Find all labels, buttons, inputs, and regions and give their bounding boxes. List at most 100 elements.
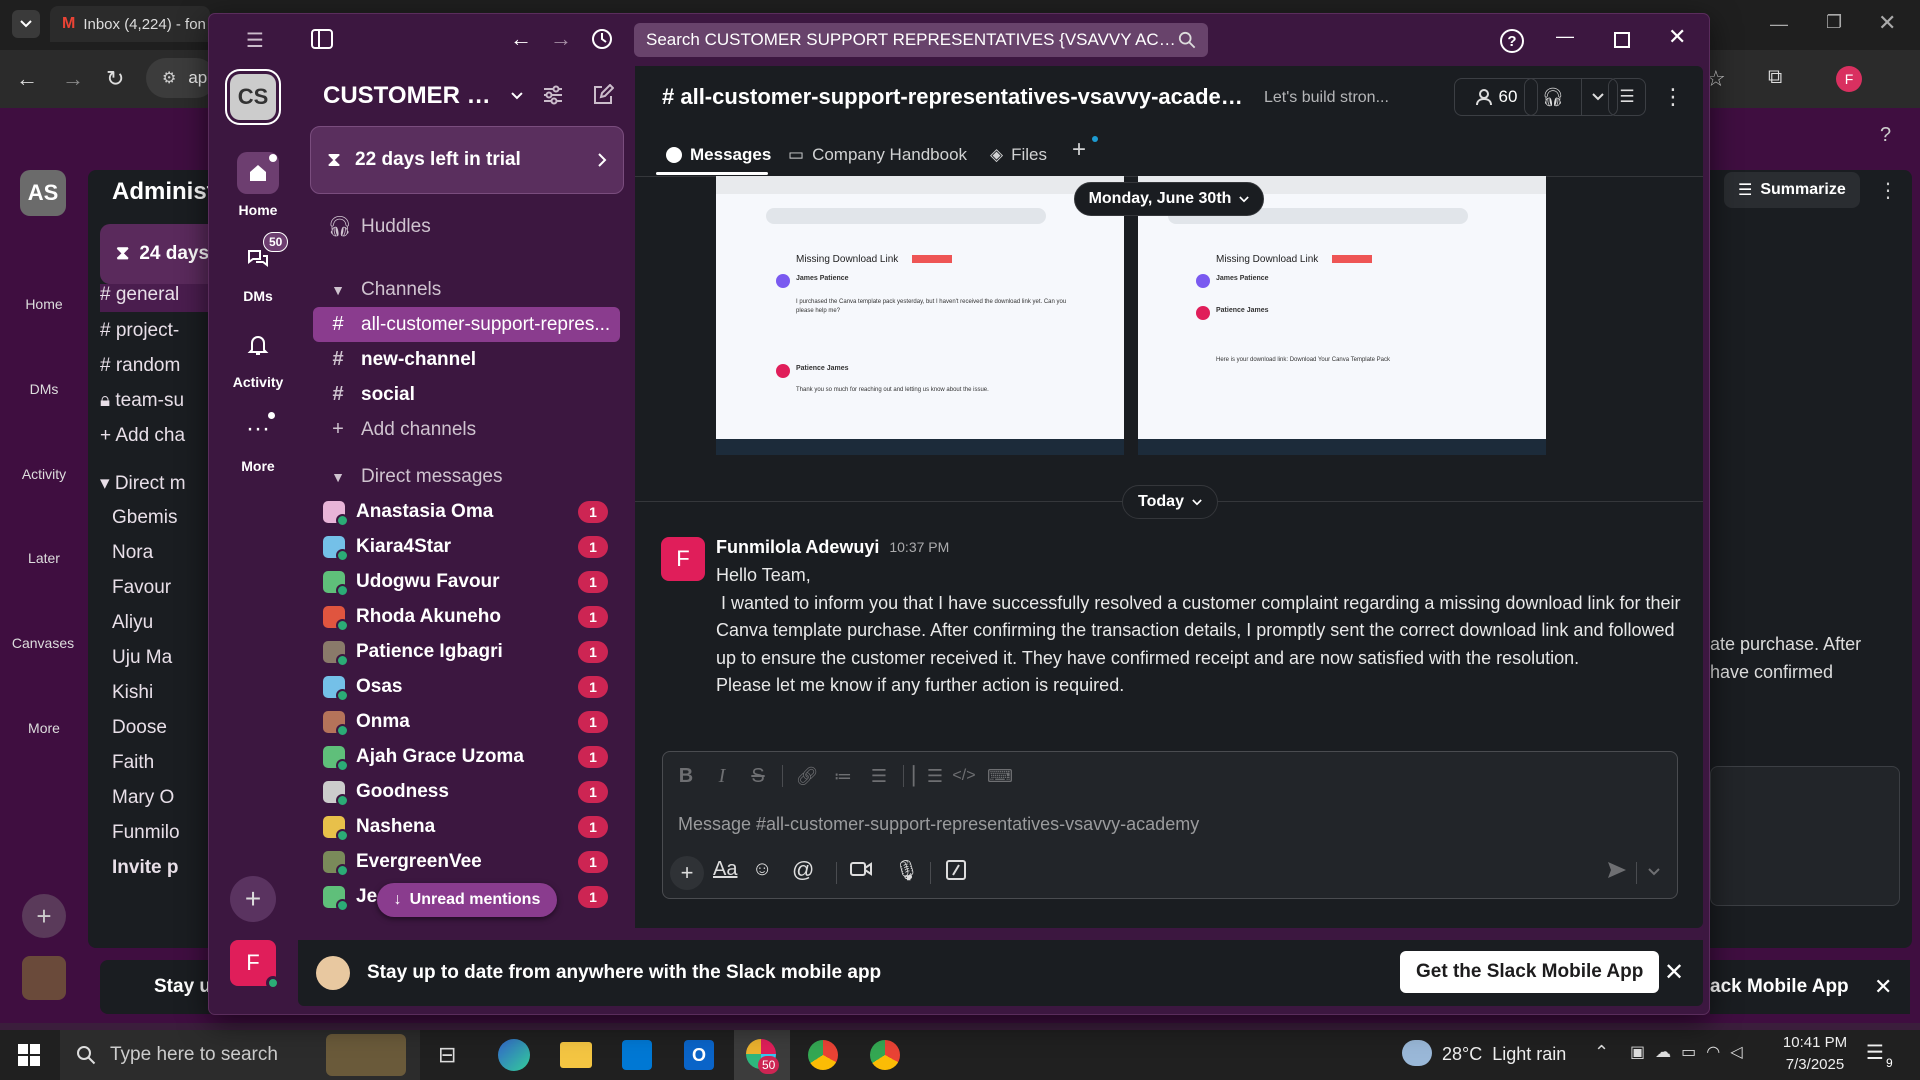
channel-title[interactable]: # all-customer-support-representatives-v… — [662, 84, 1248, 110]
bg-dm-item[interactable]: Kishi — [112, 682, 153, 704]
link-icon[interactable]: 🔗︎ — [789, 758, 825, 794]
tab-company-handbook[interactable]: ▭ Company Handbook — [788, 140, 967, 170]
rail-home[interactable]: Home — [230, 152, 286, 218]
sidebar-dm-item[interactable]: EvergreenVee 1 — [313, 844, 620, 879]
message-author[interactable]: Funmilola Adewuyi — [716, 537, 879, 558]
tray-icons[interactable]: ▣☁▭◠◁ — [1630, 1042, 1753, 1062]
numbered-list-icon[interactable]: ≔ — [825, 758, 861, 794]
sidebar-dm-item[interactable]: Ajah Grace Uzoma 1 — [313, 739, 620, 774]
sidebar-dm-item[interactable]: Osas 1 — [313, 669, 620, 704]
sidebar-dm-item[interactable]: Nashena 1 — [313, 809, 620, 844]
bg-channel-project[interactable]: # project- — [100, 320, 179, 342]
user-avatar[interactable]: F — [230, 940, 280, 990]
formatting-toggle-icon[interactable]: Aa — [713, 858, 737, 881]
browser-tab-gmail[interactable]: M Inbox (4,224) - fon — [50, 6, 210, 42]
sidebar-dm-item[interactable]: Goodness 1 — [313, 774, 620, 809]
bg-composer[interactable] — [1710, 766, 1900, 906]
rail-more[interactable]: ··· More — [230, 408, 286, 474]
chevron-up-icon[interactable]: ⌃ — [1594, 1042, 1609, 1063]
bg-dm-item[interactable]: Doose — [112, 717, 167, 739]
profile-avatar[interactable]: F — [1836, 66, 1862, 92]
extensions-icon[interactable]: ⧉ — [1768, 66, 1782, 89]
workspace-menu[interactable]: CUSTOMER S... — [323, 80, 523, 112]
bg-channel-team[interactable]: 🔒︎ team-su — [100, 390, 184, 412]
sidebar-dm-item[interactable]: Rhoda Akuneho 1 — [313, 599, 620, 634]
huddle-button[interactable]: 🎧︎ — [1524, 78, 1618, 116]
chrome-icon[interactable] — [808, 1040, 838, 1070]
bg-rail-later[interactable]: Later — [22, 550, 66, 566]
outlook-icon[interactable]: O — [684, 1040, 714, 1070]
sidebar-toggle-icon[interactable] — [311, 29, 333, 49]
add-workspace-icon[interactable]: + — [230, 876, 276, 922]
help-icon[interactable]: ? — [1500, 29, 1524, 53]
forward-arrow-icon[interactable]: → — [550, 26, 572, 52]
tab-files[interactable]: ◈ Files — [990, 140, 1047, 170]
bg-dm-item[interactable]: Funmilo — [112, 822, 180, 844]
history-icon[interactable] — [591, 28, 613, 50]
sidebar-dm-item[interactable]: Anastasia Oma 1 — [313, 494, 620, 529]
rail-activity[interactable]: Activity — [230, 324, 286, 390]
file-explorer-icon[interactable] — [560, 1042, 592, 1068]
attachment-screenshot-1[interactable]: Missing Download Link James Patience I p… — [716, 176, 1124, 455]
bg-help-icon[interactable]: ? — [1880, 124, 1891, 147]
trial-banner[interactable]: ⧗ 22 days left in trial — [310, 126, 624, 194]
window-minimize-icon[interactable]: — — [1556, 26, 1574, 47]
clock-date[interactable]: 7/3/2025 — [1770, 1056, 1860, 1073]
bold-icon[interactable]: B — [668, 758, 704, 794]
store-icon[interactable] — [622, 1040, 652, 1070]
add-channels-button[interactable]: + Add channels — [313, 412, 620, 447]
back-arrow-icon[interactable]: ← — [510, 26, 532, 52]
bg-dm-item[interactable]: Aliyu — [112, 612, 153, 634]
compose-icon[interactable] — [592, 84, 614, 106]
sidebar-dm-item[interactable]: Kiara4Star 1 — [313, 529, 620, 564]
channels-header[interactable]: ▼ Channels — [313, 272, 620, 307]
filter-icon[interactable] — [542, 84, 564, 106]
channel-summary-icon[interactable]: ☰ — [1608, 78, 1646, 116]
attachment-screenshot-2[interactable]: Missing Download Link James Patience Pat… — [1138, 176, 1546, 455]
huddles-item[interactable]: 🎧︎ Huddles — [313, 209, 620, 244]
get-mobile-app-button[interactable]: Get the Slack Mobile App — [1400, 951, 1660, 993]
bg-banner-close-icon[interactable]: ✕ — [1874, 974, 1892, 1000]
unread-mentions-button[interactable]: ↓ Unread mentions — [377, 883, 557, 917]
composer-placeholder[interactable]: Message #all-customer-support-representa… — [678, 814, 1578, 835]
workspace-icon[interactable]: CS — [230, 74, 276, 120]
bg-rail-activity[interactable]: Activity — [14, 466, 74, 482]
minimize-icon[interactable]: — — [1770, 14, 1788, 35]
sidebar-dm-item[interactable]: Patience Igbagri 1 — [313, 634, 620, 669]
send-icon[interactable] — [1606, 860, 1628, 880]
bg-trial-banner[interactable]: ⧗ 24 days — [100, 224, 220, 284]
strikethrough-icon[interactable]: S — [740, 758, 776, 794]
bg-rail-more[interactable]: More — [22, 720, 66, 736]
add-tab-icon[interactable]: + — [1072, 136, 1086, 164]
windows-start-icon[interactable] — [18, 1044, 40, 1066]
bg-summarize-button[interactable]: ☰ Summarize — [1724, 172, 1860, 208]
bg-dm-item[interactable]: Mary O — [112, 787, 174, 809]
slash-command-icon[interactable] — [946, 860, 966, 880]
attach-plus-button[interactable]: + — [670, 856, 704, 890]
channel-topic[interactable]: Let's build stron... — [1264, 89, 1414, 107]
bg-add-channels[interactable]: + Add cha — [100, 425, 185, 447]
code-block-icon[interactable]: ⌨ — [982, 758, 1018, 794]
bg-banner-button[interactable]: ack Mobile App — [1710, 976, 1849, 998]
more-options-icon[interactable]: ⋮ — [1662, 84, 1684, 110]
reload-icon[interactable]: ↻ — [106, 66, 124, 92]
bg-rail-home[interactable]: Home — [22, 296, 66, 312]
bg-dm-item[interactable]: Nora — [112, 542, 153, 564]
sidebar-channel-new-channel[interactable]: # new-channel — [313, 342, 620, 377]
window-close-icon[interactable]: ✕ — [1668, 24, 1686, 50]
tab-search-button[interactable] — [12, 10, 40, 38]
sidebar-channel-social[interactable]: # social — [313, 377, 620, 412]
sidebar-dm-item[interactable]: Onma 1 — [313, 704, 620, 739]
bg-dm-item[interactable]: Faith — [112, 752, 154, 774]
weather-text[interactable]: 28°C Light rain — [1442, 1044, 1566, 1065]
restore-icon[interactable]: ❐ — [1826, 12, 1842, 33]
sidebar-dm-item[interactable]: Udogwu Favour 1 — [313, 564, 620, 599]
bg-direct-header[interactable]: ▾ Direct m — [100, 472, 186, 495]
task-view-icon[interactable]: ⊟ — [438, 1042, 456, 1068]
emoji-icon[interactable]: ☺ — [752, 858, 772, 881]
window-maximize-icon[interactable] — [1614, 32, 1630, 48]
forward-arrow-icon[interactable]: → — [62, 66, 84, 92]
tab-messages[interactable]: Messages — [666, 140, 771, 170]
italic-icon[interactable]: I — [704, 758, 740, 794]
clock-time[interactable]: 10:41 PM — [1770, 1034, 1860, 1051]
